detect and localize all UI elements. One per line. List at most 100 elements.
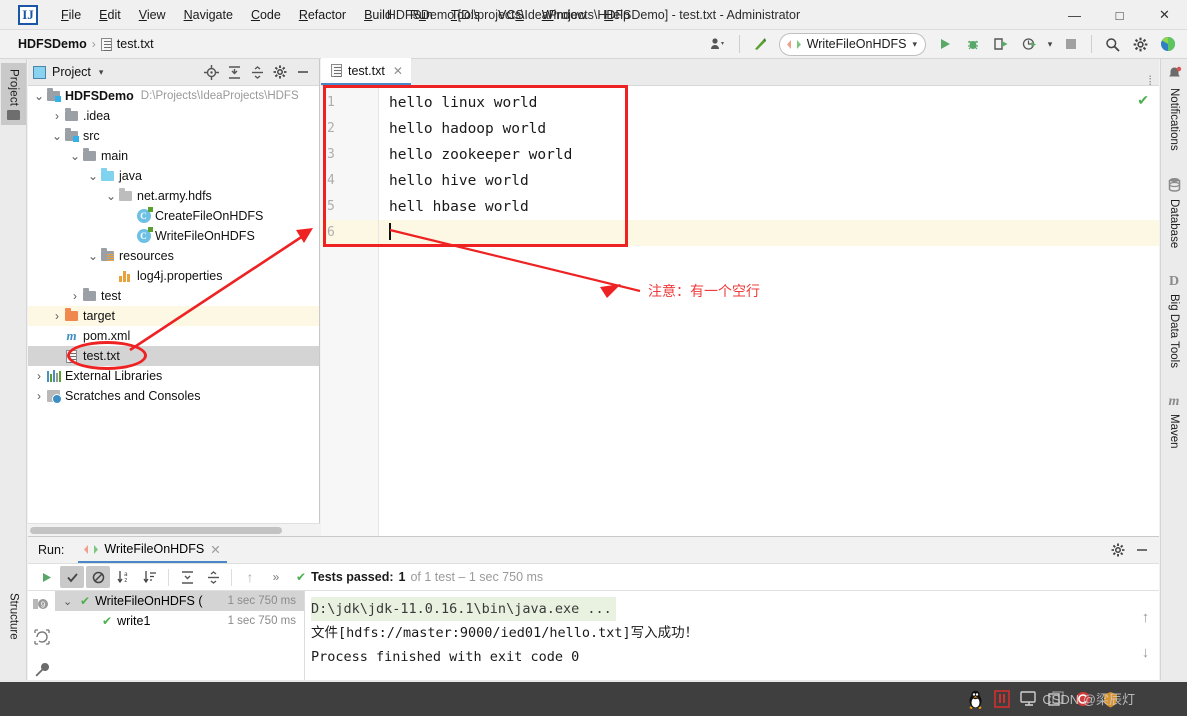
arrow-up-icon[interactable]: ↑ <box>1142 609 1150 626</box>
tree-node-log4j-properties[interactable]: log4j.properties <box>28 266 319 286</box>
breadcrumb-root[interactable]: HDFSDemo <box>18 37 87 51</box>
tree-node-resources[interactable]: ⌄ resources <box>28 246 319 266</box>
settings-gear-icon[interactable] <box>1127 32 1153 56</box>
menu-item-build[interactable]: Build <box>355 4 401 26</box>
update-project-icon[interactable] <box>747 32 773 56</box>
tree-node-net-army-hdfs[interactable]: ⌄ net.army.hdfs <box>28 186 319 206</box>
tree-node-test-txt[interactable]: test.txt <box>28 346 319 366</box>
tree-twisty-icon[interactable]: › <box>50 109 64 123</box>
tree-node-hdfsdemo[interactable]: ⌄ HDFSDemo D:\Projects\IdeaProjects\HDFS <box>28 86 319 106</box>
menu-item-window[interactable]: Window <box>533 4 595 26</box>
scrollbar-thumb[interactable] <box>30 527 282 534</box>
code-line[interactable] <box>379 220 1159 246</box>
maximize-button[interactable]: □ <box>1097 0 1142 30</box>
project-tree[interactable]: ⌄ HDFSDemo D:\Projects\IdeaProjects\HDFS ›.… <box>28 86 319 523</box>
test-tree-row[interactable]: ✔ write1 1 sec 750 ms <box>55 611 304 631</box>
tree-node-pom-xml[interactable]: m pom.xml <box>28 326 319 346</box>
tree-node-java[interactable]: ⌄ java <box>28 166 319 186</box>
code-line[interactable]: hell hbase world <box>379 194 1159 220</box>
chevron-down-icon[interactable]: ▾ <box>912 39 917 50</box>
tree-twisty-icon[interactable]: › <box>68 289 82 303</box>
tree-node-target[interactable]: › target <box>28 306 319 326</box>
tree-node-scratches-and-consoles[interactable]: › Scratches and Consoles <box>28 386 319 406</box>
tree-node-src[interactable]: ⌄ src <box>28 126 319 146</box>
tree-twisty-icon[interactable]: ⌄ <box>50 129 64 143</box>
more-options-icon[interactable]: ⁞ <box>1148 74 1153 87</box>
tree-twisty-icon[interactable]: ⌄ <box>68 149 82 163</box>
menu-item-refactor[interactable]: Refactor <box>290 4 355 26</box>
close-tab-icon[interactable]: ✕ <box>393 64 403 78</box>
hide-run-panel-icon[interactable] <box>1131 539 1153 561</box>
show-ignored-tests-icon[interactable] <box>86 566 110 588</box>
menu-item-tools[interactable]: Tools <box>442 4 489 26</box>
run-tab-writefileonhdfs[interactable]: WriteFileOnHDFS ✕ <box>78 537 227 563</box>
menu-item-edit[interactable]: Edit <box>90 4 130 26</box>
code-content[interactable]: hello linux world hello hadoop world hello… <box>379 86 1159 536</box>
wrench-icon[interactable] <box>34 662 50 681</box>
project-horizontal-scrollbar[interactable] <box>28 523 320 536</box>
rerun-tests-icon[interactable] <box>34 566 58 588</box>
collapse-all-tests-icon[interactable] <box>201 566 225 588</box>
close-button[interactable]: ✕ <box>1142 0 1187 30</box>
code-line[interactable]: hello hadoop world <box>379 116 1159 142</box>
run-configuration-selector[interactable]: WriteFileOnHDFS ▾ <box>778 32 926 56</box>
expand-all-icon[interactable] <box>223 61 245 83</box>
ide-updates-icon[interactable] <box>1155 32 1181 56</box>
code-viewport[interactable]: 1 2 3 4 5 6 hello linux world hello hadoop wor… <box>321 86 1159 536</box>
user-account-icon[interactable] <box>706 32 732 56</box>
show-passed-tests-icon[interactable] <box>60 566 84 588</box>
sort-by-duration-icon[interactable] <box>138 566 162 588</box>
run-button[interactable] <box>932 32 958 56</box>
project-view-dropdown-icon[interactable]: ▾ <box>99 67 104 78</box>
run-with-coverage-button[interactable] <box>988 32 1014 56</box>
debug-button[interactable] <box>960 32 986 56</box>
stop-button[interactable] <box>1058 32 1084 56</box>
project-settings-icon[interactable] <box>269 61 291 83</box>
minimize-button[interactable]: — <box>1052 0 1097 30</box>
menu-item-file[interactable]: File <box>52 4 90 26</box>
tree-twisty-icon[interactable]: ⌄ <box>86 169 100 183</box>
breadcrumb-leaf[interactable]: test.txt <box>117 37 154 51</box>
code-line[interactable]: hello zookeeper world <box>379 142 1159 168</box>
tree-node-writefileonhdfs[interactable]: C WriteFileOnHDFS <box>28 226 319 246</box>
arrow-down-icon[interactable]: ↓ <box>1142 644 1150 661</box>
profile-dropdown-icon[interactable]: ▾ <box>1044 32 1056 56</box>
tree-twisty-icon[interactable]: ⌄ <box>32 89 46 103</box>
console-output[interactable]: D:\jdk\jdk-11.0.16.1\bin\java.exe ... 文件[… <box>305 591 1132 680</box>
monitor-icon[interactable] <box>1019 689 1039 709</box>
test-tree-row[interactable]: ⌄ ✔ WriteFileOnHDFS (1 sec 750 ms <box>55 591 304 611</box>
menu-item-help[interactable]: Help <box>595 4 639 26</box>
breakpoints-icon[interactable]: 9 <box>33 597 50 615</box>
tree-node-test[interactable]: › test <box>28 286 319 306</box>
tree-twisty-icon[interactable]: ⌄ <box>63 595 75 608</box>
tree-twisty-icon[interactable]: › <box>50 309 64 323</box>
editor-tab-test-txt[interactable]: test.txt ✕ <box>321 58 411 85</box>
locate-file-icon[interactable] <box>200 61 222 83</box>
close-run-tab-icon[interactable]: ✕ <box>210 542 220 557</box>
more-actions-icon[interactable]: » <box>264 566 288 588</box>
code-line[interactable]: hello linux world <box>379 90 1159 116</box>
tree-node--idea[interactable]: › .idea <box>28 106 319 126</box>
tree-node-external-libraries[interactable]: › External Libraries <box>28 366 319 386</box>
expand-all-tests-icon[interactable] <box>175 566 199 588</box>
tree-twisty-icon[interactable]: › <box>32 389 46 403</box>
penguin-icon[interactable] <box>965 689 985 709</box>
menu-item-view[interactable]: View <box>130 4 175 26</box>
previous-failed-test-icon[interactable]: ↑ <box>238 566 262 588</box>
tree-twisty-icon[interactable]: ⌄ <box>86 249 100 263</box>
sidebar-item-structure[interactable]: Structure <box>1 593 26 640</box>
collapse-all-icon[interactable] <box>246 61 268 83</box>
tree-node-main[interactable]: ⌄ main <box>28 146 319 166</box>
menu-item-vcs[interactable]: VCS <box>489 4 533 26</box>
code-line[interactable]: hello hive world <box>379 168 1159 194</box>
sidebar-item-maven[interactable]: m Maven <box>1168 391 1180 452</box>
sidebar-item-big-data-tools[interactable]: D Big Data Tools <box>1168 271 1180 371</box>
hide-panel-icon[interactable] <box>292 61 314 83</box>
app-red-icon[interactable] <box>992 689 1012 709</box>
run-settings-icon[interactable] <box>1107 539 1129 561</box>
search-everywhere-icon[interactable] <box>1099 32 1125 56</box>
sidebar-item-database[interactable]: Database <box>1167 174 1182 251</box>
sidebar-item-notifications[interactable]: Notifications <box>1167 63 1182 154</box>
sidebar-item-project[interactable]: Project <box>1 63 26 126</box>
tree-node-createfileonhdfs[interactable]: C CreateFileOnHDFS <box>28 206 319 226</box>
